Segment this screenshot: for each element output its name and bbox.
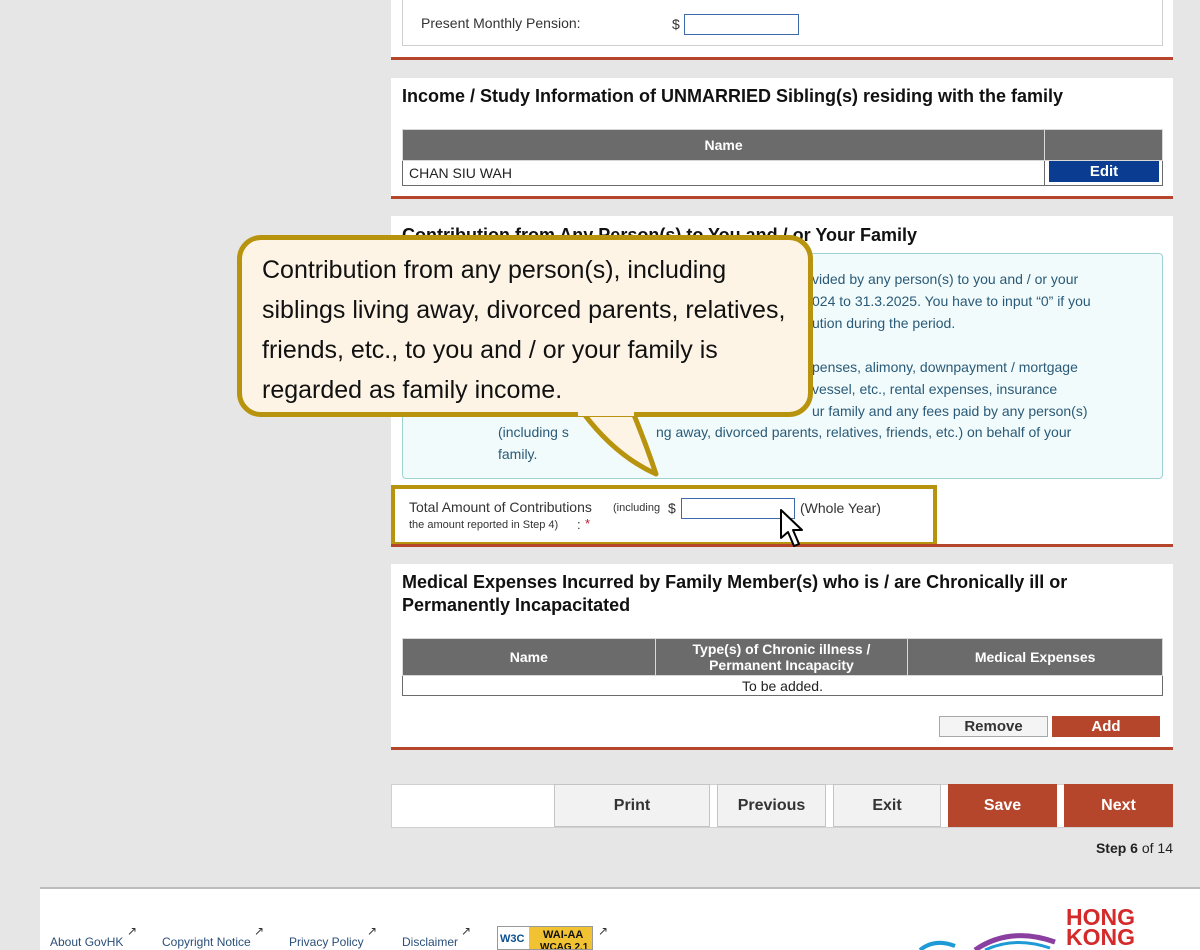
sibling-name: CHAN SIU WAH — [401, 160, 1046, 186]
print-button[interactable]: Print — [554, 784, 710, 827]
step-indicator: Step 6 of 14 — [1095, 840, 1173, 856]
total-contribution-currency: $ — [668, 500, 676, 516]
total-contribution-note-2: the amount reported in Step 4) — [409, 519, 559, 531]
external-link-icon: ↗ — [254, 924, 265, 938]
brand-hong-kong-logo: HONG KONG — [1066, 904, 1135, 950]
wcag-badge-bottom: WCAG 2.1 — [540, 942, 589, 950]
add-button[interactable]: Add — [1052, 716, 1160, 737]
next-button[interactable]: Next — [1064, 784, 1173, 827]
info-text-part4: family. — [498, 446, 538, 462]
required-mark: * — [585, 516, 591, 531]
siblings-col-name: Name — [401, 129, 1046, 161]
footer-link-disclaimer[interactable]: Disclaimer — [402, 935, 458, 949]
save-button[interactable]: Save — [948, 784, 1057, 827]
brand-hong-kong-swirl — [918, 933, 1056, 950]
medical-table: Name Type(s) of Chronic illness / Perman… — [402, 638, 1163, 696]
previous-button[interactable]: Previous — [717, 784, 826, 827]
pension-label: Present Monthly Pension: — [421, 15, 581, 31]
pension-currency: $ — [672, 16, 680, 32]
callout-text: Contribution from any person(s), includi… — [262, 256, 786, 404]
external-link-icon: ↗ — [598, 924, 609, 938]
medical-title-line2: Permanently Incapacitated — [402, 595, 631, 615]
total-contribution-label: Total Amount of Contributions — [409, 499, 592, 515]
total-contribution-colon: : — [577, 517, 581, 532]
w3c-logo: W3C — [500, 933, 525, 945]
table-row: To be added. — [402, 675, 1163, 696]
siblings-col-action — [1044, 129, 1163, 161]
wcag-badge[interactable]: W3C WAI-AA WCAG 2.1 — [497, 926, 593, 950]
wcag-badge-top: WAI-AA — [543, 929, 584, 941]
medical-col-expenses: Medical Expenses — [907, 638, 1163, 676]
mouse-cursor-icon — [780, 509, 803, 547]
footer-link-copyright[interactable]: Copyright Notice — [162, 935, 251, 949]
medical-title-line1: Medical Expenses Incurred by Family Memb… — [402, 572, 1068, 592]
siblings-title: Income / Study Information of UNMARRIED … — [402, 86, 1064, 106]
medical-col-type: Type(s) of Chronic illness / Permanent I… — [654, 638, 909, 676]
section-divider — [391, 57, 1173, 60]
edit-sibling-button[interactable]: Edit — [1049, 161, 1159, 182]
exit-button[interactable]: Exit — [833, 784, 941, 827]
total-contribution-input[interactable] — [681, 498, 795, 519]
footer-link-about[interactable]: About GovHK — [50, 935, 123, 949]
section-divider — [391, 196, 1173, 199]
info-text-part3-left: (including s — [498, 424, 569, 440]
external-link-icon: ↗ — [367, 924, 378, 938]
external-link-icon: ↗ — [127, 924, 138, 938]
medical-col-name: Name — [402, 638, 656, 676]
medical-empty-text: To be added. — [402, 675, 1163, 696]
section-divider — [391, 747, 1173, 750]
footer-link-privacy[interactable]: Privacy Policy — [289, 935, 364, 949]
remove-button[interactable]: Remove — [939, 716, 1048, 737]
info-text-part2: penses, alimony, downpayment / mortgage … — [812, 359, 1088, 419]
total-contribution-period: (Whole Year) — [800, 500, 881, 516]
info-text-part3-right: ng away, divorced parents, relatives, fr… — [656, 424, 1072, 440]
total-contribution-note-1: (including — [613, 502, 661, 514]
pension-input[interactable] — [684, 14, 799, 35]
info-text-part1: vided by any person(s) to you and / or y… — [812, 271, 1091, 331]
external-link-icon: ↗ — [461, 924, 472, 938]
